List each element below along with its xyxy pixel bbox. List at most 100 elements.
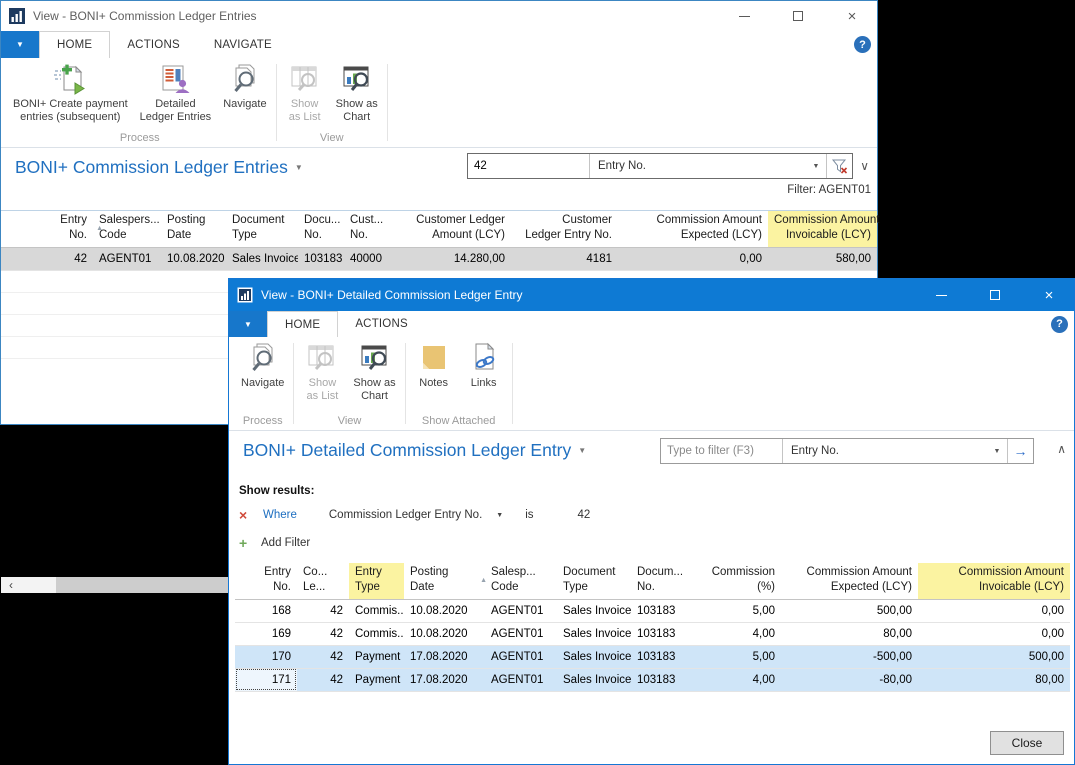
table-cell[interactable]: 170 bbox=[235, 645, 297, 668]
table-cell[interactable]: 500,00 bbox=[781, 599, 918, 622]
show-as-list-button[interactable]: Show as List bbox=[297, 340, 347, 403]
notes-button[interactable]: Notes bbox=[409, 340, 459, 390]
page-title-caret-icon[interactable]: ▼ bbox=[578, 446, 586, 455]
table-cell[interactable]: AGENT01 bbox=[485, 645, 557, 668]
table-cell[interactable]: 80,00 bbox=[918, 668, 1070, 691]
table-cell[interactable]: 0,00 bbox=[918, 622, 1070, 645]
navigate-button[interactable]: Navigate bbox=[235, 340, 290, 390]
maximize-button[interactable] bbox=[984, 285, 1006, 305]
tab-actions[interactable]: ACTIONS bbox=[110, 31, 197, 58]
column-header[interactable]: Commission AmountExpected (LCY) bbox=[618, 211, 768, 247]
table-cell[interactable]: 17.08.2020 bbox=[404, 668, 485, 691]
table-cell[interactable]: 4,00 bbox=[679, 622, 781, 645]
column-header[interactable]: PostingDate bbox=[161, 211, 226, 247]
column-header[interactable]: CustomerLedger Entry No. bbox=[511, 211, 618, 247]
navigate-button[interactable]: Navigate bbox=[217, 61, 272, 111]
column-header[interactable]: Cust...No. bbox=[344, 211, 393, 247]
filter-value[interactable]: 42 bbox=[578, 509, 591, 521]
table-cell[interactable]: 14.280,00 bbox=[393, 247, 511, 270]
add-filter-row[interactable]: + Add Filter bbox=[239, 535, 1074, 551]
table-cell[interactable]: 10.08.2020 bbox=[161, 247, 226, 270]
table-cell[interactable]: Sales Invoice bbox=[557, 599, 631, 622]
tab-home[interactable]: HOME bbox=[39, 31, 110, 58]
table-cell[interactable]: 5,00 bbox=[679, 599, 781, 622]
table-cell[interactable]: 17.08.2020 bbox=[404, 645, 485, 668]
column-header[interactable]: PostingDate▲ bbox=[404, 563, 485, 599]
table-cell[interactable]: 0,00 bbox=[618, 247, 768, 270]
help-icon[interactable]: ? bbox=[1051, 316, 1068, 333]
close-window-button[interactable]: × bbox=[841, 6, 863, 26]
table-cell[interactable]: Sales Invoice bbox=[226, 247, 298, 270]
column-header[interactable]: Salesp...Code bbox=[485, 563, 557, 599]
table-cell[interactable]: 580,00 bbox=[768, 247, 877, 270]
column-header[interactable]: Salespers...Code bbox=[93, 211, 161, 247]
where-link[interactable]: Where bbox=[263, 509, 297, 521]
table-cell[interactable]: 42 bbox=[1, 247, 93, 270]
table-cell[interactable]: Sales Invoice bbox=[557, 645, 631, 668]
column-header[interactable]: DocumentType bbox=[557, 563, 631, 599]
table-cell[interactable]: Commis... bbox=[349, 599, 404, 622]
expand-chevron-icon[interactable]: ∧ bbox=[1057, 442, 1066, 456]
column-header[interactable]: Co...Le...▲ bbox=[297, 563, 349, 599]
table-cell[interactable]: 40000 bbox=[344, 247, 393, 270]
table-cell[interactable]: 103183 bbox=[298, 247, 344, 270]
apply-filter-button[interactable]: → bbox=[1007, 439, 1033, 463]
table-cell[interactable]: 0,00 bbox=[918, 599, 1070, 622]
table-cell-focused[interactable]: 171 bbox=[235, 668, 297, 691]
table-cell[interactable]: 42 bbox=[297, 668, 349, 691]
clear-filter-button[interactable] bbox=[826, 154, 852, 178]
filter-value-input[interactable]: 42 bbox=[468, 154, 590, 178]
column-header-highlighted[interactable]: EntryType bbox=[349, 563, 404, 599]
close-window-button[interactable]: × bbox=[1038, 285, 1060, 305]
filter-field-name[interactable]: Commission Ledger Entry No. bbox=[329, 509, 482, 521]
links-button[interactable]: Links bbox=[459, 340, 509, 390]
table-row-selected[interactable]: 42 AGENT01 10.08.2020 Sales Invoice 1031… bbox=[1, 247, 877, 270]
table-cell[interactable]: 4181 bbox=[511, 247, 618, 270]
table-cell[interactable]: Sales Invoice bbox=[557, 668, 631, 691]
table-cell[interactable]: -500,00 bbox=[781, 645, 918, 668]
table-cell[interactable]: 500,00 bbox=[918, 645, 1070, 668]
column-header[interactable]: EntryNo. bbox=[235, 563, 297, 599]
table-cell[interactable]: 103183 bbox=[631, 599, 679, 622]
filter-field-select[interactable]: Entry No. bbox=[590, 154, 806, 178]
column-header[interactable]: Customer LedgerAmount (LCY) bbox=[393, 211, 511, 247]
table-cell[interactable]: -80,00 bbox=[781, 668, 918, 691]
column-header-highlighted[interactable]: Commission AmountInvoicable (LCY) bbox=[918, 563, 1070, 599]
table-cell[interactable]: AGENT01 bbox=[485, 668, 557, 691]
table-cell[interactable]: 80,00 bbox=[781, 622, 918, 645]
table-cell[interactable]: AGENT01 bbox=[485, 622, 557, 645]
table-row[interactable]: 169 42 Commis... 10.08.2020 AGENT01 Sale… bbox=[235, 622, 1070, 645]
titlebar[interactable]: View - BONI+ Detailed Commission Ledger … bbox=[229, 279, 1074, 311]
table-cell[interactable]: 42 bbox=[297, 645, 349, 668]
minimize-button[interactable] bbox=[930, 285, 952, 305]
table-cell[interactable]: 42 bbox=[297, 599, 349, 622]
filter-field-caret-icon[interactable]: ▼ bbox=[806, 154, 826, 178]
table-cell[interactable]: 42 bbox=[297, 622, 349, 645]
show-as-list-button[interactable]: Show as List bbox=[280, 61, 330, 124]
maximize-button[interactable] bbox=[787, 6, 809, 26]
table-cell[interactable]: 10.08.2020 bbox=[404, 622, 485, 645]
table-cell[interactable]: 5,00 bbox=[679, 645, 781, 668]
table-cell[interactable]: 168 bbox=[235, 599, 297, 622]
table-cell[interactable]: Payment bbox=[349, 668, 404, 691]
detailed-ledger-entries-button[interactable]: Detailed Ledger Entries bbox=[134, 61, 218, 124]
titlebar[interactable]: View - BONI+ Commission Ledger Entries × bbox=[1, 1, 877, 31]
table-row-selected-focused[interactable]: 171 42 Payment 17.08.2020 AGENT01 Sales … bbox=[235, 668, 1070, 691]
table-cell[interactable]: 10.08.2020 bbox=[404, 599, 485, 622]
column-header[interactable]: Commission AmountExpected (LCY) bbox=[781, 563, 918, 599]
column-header[interactable]: Commission(%) bbox=[679, 563, 781, 599]
help-icon[interactable]: ? bbox=[854, 36, 871, 53]
column-header[interactable]: EntryNo.▲ bbox=[1, 211, 93, 247]
table-row[interactable]: 168 42 Commis... 10.08.2020 AGENT01 Sale… bbox=[235, 599, 1070, 622]
column-header-highlighted[interactable]: Commission AmountInvoicable (LCY) bbox=[768, 211, 877, 247]
tab-actions[interactable]: ACTIONS bbox=[338, 311, 425, 337]
remove-filter-icon[interactable]: × bbox=[239, 507, 257, 523]
table-cell[interactable]: 169 bbox=[235, 622, 297, 645]
filter-input[interactable]: Type to filter (F3) bbox=[661, 439, 783, 463]
application-menu-button[interactable]: ▼ bbox=[229, 311, 267, 337]
table-cell[interactable]: Payment bbox=[349, 645, 404, 668]
table-row-selected[interactable]: 170 42 Payment 17.08.2020 AGENT01 Sales … bbox=[235, 645, 1070, 668]
table-cell[interactable]: Sales Invoice bbox=[557, 622, 631, 645]
table-cell[interactable]: 103183 bbox=[631, 668, 679, 691]
close-button[interactable]: Close bbox=[990, 731, 1064, 755]
